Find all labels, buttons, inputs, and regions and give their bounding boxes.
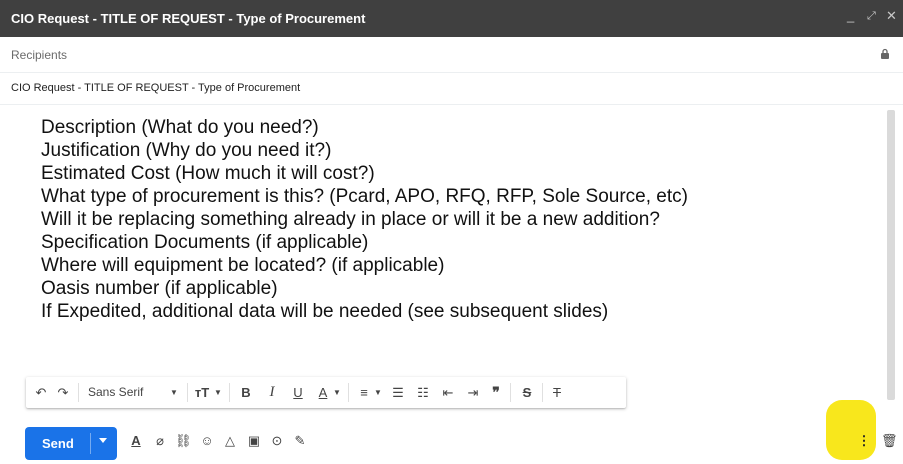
body-line: Oasis number (if applicable) [41,278,278,299]
underline-icon[interactable]: U [291,384,305,401]
align-dropdown-icon[interactable]: ▼ [373,384,383,401]
text-size-icon[interactable]: тT [194,384,210,401]
align-icon[interactable]: ≡ [356,384,372,401]
link-icon[interactable]: ⛓ [175,433,192,449]
toolbar-divider [229,383,230,402]
lock-icon [881,48,889,59]
undo-icon[interactable]: ↶ [34,384,48,401]
drive-icon[interactable]: △ [222,433,238,449]
attach-icon[interactable]: ⌀ [152,433,168,449]
toolbar-divider [510,383,511,402]
quote-icon[interactable]: ❞ [488,384,504,401]
toolbar-divider [542,383,543,402]
toolbar-divider [187,383,188,402]
indent-more-icon[interactable]: ⇥ [465,384,481,401]
compose-title: CIO Request - TITLE OF REQUEST - Type of… [11,11,366,26]
more-options-icon[interactable]: ⋮ [856,433,872,449]
text-color-dropdown-icon[interactable]: ▼ [332,384,342,401]
body-line: Estimated Cost (How much it will cost?) [41,163,375,184]
text-size-dropdown-icon[interactable]: ▼ [213,384,223,401]
body-line: Will it be replacing something already i… [41,209,660,230]
confidential-icon[interactable]: ⊙ [269,433,285,449]
highlight-marker [826,400,876,460]
formatting-toolbar: ↶ ↷ Sans Serif ▼ тT ▼ B I U A ▼ ≡ ▼ ☰ ☷ … [26,377,626,408]
recipients-field[interactable]: Recipients [0,37,903,73]
toolbar-divider [78,383,79,402]
scrollbar[interactable] [887,110,895,400]
message-body[interactable]: Description (What do you need?) Justific… [41,116,881,323]
numbered-list-icon[interactable]: ☰ [390,384,406,401]
send-options-icon[interactable] [99,438,107,443]
send-button[interactable]: Send [25,427,117,460]
discard-icon[interactable]: 🗑 [881,433,898,449]
body-line: Specification Documents (if applicable) [41,232,369,253]
strikethrough-icon[interactable]: S [520,384,534,401]
emoji-icon[interactable]: ☺ [199,433,215,449]
fullscreen-icon[interactable]: ⤢ [867,9,876,23]
photo-icon[interactable]: ▣ [246,433,262,449]
body-line: Where will equipment be located? (if app… [41,255,445,276]
signature-icon[interactable]: ✎ [292,433,308,449]
send-divider [90,433,91,454]
font-family-select[interactable]: Sans Serif [88,384,158,401]
compose-titlebar: CIO Request - TITLE OF REQUEST - Type of… [0,0,903,37]
body-line: Description (What do you need?) [41,117,319,138]
body-line: Justification (Why do you need it?) [41,140,332,161]
formatting-options-icon[interactable]: A [128,433,144,449]
recipients-placeholder: Recipients [11,48,68,62]
compose-footer: Send A ⌀ ⛓ ☺ △ ▣ ⊙ ✎ 🗑 [0,420,903,464]
font-family-dropdown-icon[interactable]: ▼ [169,384,179,401]
body-line: If Expedited, additional data will be ne… [41,301,609,322]
remove-formatting-icon[interactable]: T [550,384,564,401]
redo-icon[interactable]: ↷ [56,384,70,401]
bulleted-list-icon[interactable]: ☷ [415,384,431,401]
subject-input[interactable]: CIO Request - TITLE OF REQUEST - Type of… [11,82,300,94]
toolbar-divider [348,383,349,402]
minimize-icon[interactable]: _ [847,9,854,23]
italic-icon[interactable]: I [265,384,279,401]
body-line: What type of procurement is this? (Pcard… [41,186,688,207]
subject-field[interactable]: CIO Request - TITLE OF REQUEST - Type of… [0,72,903,105]
bold-icon[interactable]: B [239,384,253,401]
close-icon[interactable]: ✕ [886,9,897,23]
send-label: Send [42,436,74,451]
text-color-icon[interactable]: A [316,384,330,401]
indent-less-icon[interactable]: ⇤ [440,384,456,401]
